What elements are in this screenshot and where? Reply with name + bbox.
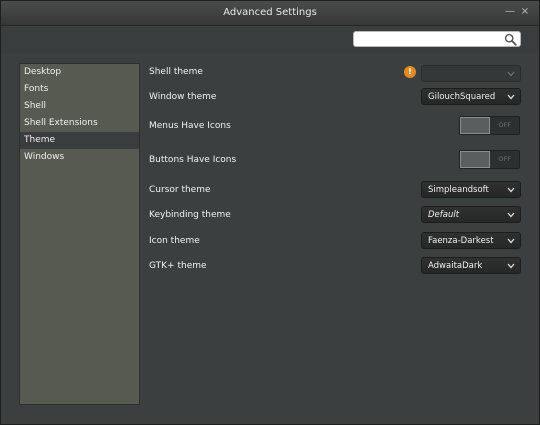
- keybinding-theme-value: Default: [428, 210, 460, 220]
- chevron-down-icon: [507, 94, 515, 100]
- sidebar-item-theme[interactable]: Theme: [20, 132, 139, 149]
- menus-have-icons-switch[interactable]: OFF: [459, 116, 520, 135]
- buttons-have-icons-switch[interactable]: OFF: [459, 150, 520, 169]
- sidebar-item-desktop[interactable]: Desktop: [20, 64, 139, 81]
- advanced-settings-window: Advanced Settings — × Desktop Fonts Shel…: [0, 0, 540, 425]
- shell-theme-dropdown[interactable]: [421, 65, 521, 82]
- menus-have-icons-label: Menus Have Icons: [149, 121, 231, 131]
- shell-theme-label: Shell theme: [149, 67, 203, 77]
- cursor-theme-label: Cursor theme: [149, 185, 211, 195]
- cursor-theme-dropdown[interactable]: Simpleandsoft: [421, 181, 521, 198]
- icon-theme-value: Faenza-Darkest: [428, 236, 494, 246]
- settings-panel: Shell theme ! Window theme GilouchSquare…: [149, 61, 529, 411]
- toolbar: [1, 26, 539, 53]
- search-box[interactable]: [353, 31, 521, 47]
- gtk-theme-value: AdwaitaDark: [428, 261, 483, 271]
- chevron-down-icon: [507, 238, 515, 244]
- search-icon[interactable]: [504, 33, 517, 46]
- window-theme-dropdown[interactable]: GilouchSquared: [421, 88, 521, 105]
- buttons-have-icons-label: Buttons Have Icons: [149, 155, 237, 165]
- gtk-theme-dropdown[interactable]: AdwaitaDark: [421, 257, 521, 274]
- window-title: Advanced Settings: [223, 7, 317, 18]
- switch-state: OFF: [498, 121, 511, 129]
- sidebar-item-fonts[interactable]: Fonts: [20, 81, 139, 98]
- icon-theme-label: Icon theme: [149, 236, 200, 246]
- cursor-theme-value: Simpleandsoft: [428, 185, 489, 195]
- switch-state: OFF: [498, 155, 511, 163]
- gtk-theme-label: GTK+ theme: [149, 261, 207, 271]
- window-theme-label: Window theme: [149, 92, 217, 102]
- chevron-down-icon: [507, 212, 515, 218]
- titlebar[interactable]: Advanced Settings — ×: [1, 1, 539, 26]
- sidebar-item-windows[interactable]: Windows: [20, 149, 139, 166]
- sidebar: Desktop Fonts Shell Shell Extensions The…: [19, 63, 140, 405]
- window-theme-value: GilouchSquared: [428, 92, 496, 102]
- icon-theme-dropdown[interactable]: Faenza-Darkest: [421, 232, 521, 249]
- keybinding-theme-dropdown[interactable]: Default: [421, 206, 521, 223]
- chevron-down-icon: [507, 71, 515, 77]
- switch-knob: [460, 117, 490, 134]
- chevron-down-icon: [507, 187, 515, 193]
- warning-icon: !: [404, 66, 416, 78]
- switch-knob: [460, 151, 490, 168]
- keybinding-theme-label: Keybinding theme: [149, 210, 231, 220]
- search-input[interactable]: [358, 33, 496, 45]
- minimize-button[interactable]: —: [504, 6, 516, 18]
- sidebar-item-shell[interactable]: Shell: [20, 98, 139, 115]
- close-button[interactable]: ×: [519, 6, 531, 18]
- sidebar-item-shell-extensions[interactable]: Shell Extensions: [20, 115, 139, 132]
- chevron-down-icon: [507, 263, 515, 269]
